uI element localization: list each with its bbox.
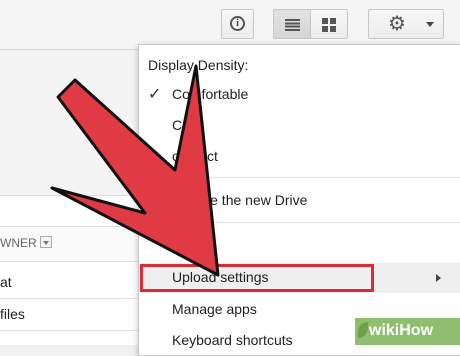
- menu-item-label: Upload settings: [172, 269, 269, 285]
- menu-item-label: Keyboard shortcuts: [172, 332, 293, 348]
- density-option-comfortable[interactable]: ✓ Comfortable: [139, 80, 460, 110]
- owner-column-label: WNER: [0, 236, 37, 250]
- menu-item-settings[interactable]: ings: [139, 232, 460, 262]
- checkmark-icon: ✓: [148, 86, 162, 103]
- row-divider: [0, 298, 138, 299]
- details-button[interactable]: i: [221, 9, 254, 39]
- settings-button[interactable]: ⚙: [368, 9, 444, 39]
- density-option-label: Comfortable: [172, 86, 249, 102]
- grid-view-button[interactable]: [311, 9, 348, 39]
- density-option-label: Cozy: [172, 117, 204, 133]
- list-view-button[interactable]: [273, 9, 311, 39]
- menu-item-upload-settings[interactable]: Upload settings: [139, 263, 460, 293]
- wikihow-watermark: wikiHow: [355, 318, 460, 345]
- list-view-icon: [285, 19, 300, 31]
- watermark-text: wikiHow: [369, 322, 434, 339]
- density-option-label: ompact: [172, 148, 218, 164]
- info-icon: i: [230, 16, 245, 31]
- file-row-label[interactable]: files: [0, 306, 25, 322]
- menu-separator: [139, 177, 460, 178]
- settings-menu: Display Density: ✓ Comfortable Cozy ompa…: [138, 44, 460, 356]
- display-density-heading: Display Density:: [148, 57, 249, 73]
- menu-item-label: ings: [172, 238, 198, 254]
- menu-separator: [139, 222, 460, 223]
- menu-item-label: Manage apps: [172, 301, 257, 317]
- file-row-label[interactable]: at: [0, 274, 12, 290]
- menu-item-label: erience the new Drive: [172, 192, 308, 208]
- density-option-compact[interactable]: ompact: [139, 142, 460, 172]
- menu-item-new-drive[interactable]: erience the new Drive: [139, 186, 460, 216]
- submenu-arrow-icon: [436, 274, 441, 282]
- row-divider: [0, 330, 138, 331]
- gear-icon: ⚙: [388, 13, 406, 35]
- density-option-cozy[interactable]: Cozy: [139, 111, 460, 141]
- leaf-icon: [358, 322, 368, 338]
- file-list-banner: [0, 50, 138, 196]
- caret-down-icon: [426, 22, 434, 27]
- sort-dropdown-icon[interactable]: [40, 236, 52, 248]
